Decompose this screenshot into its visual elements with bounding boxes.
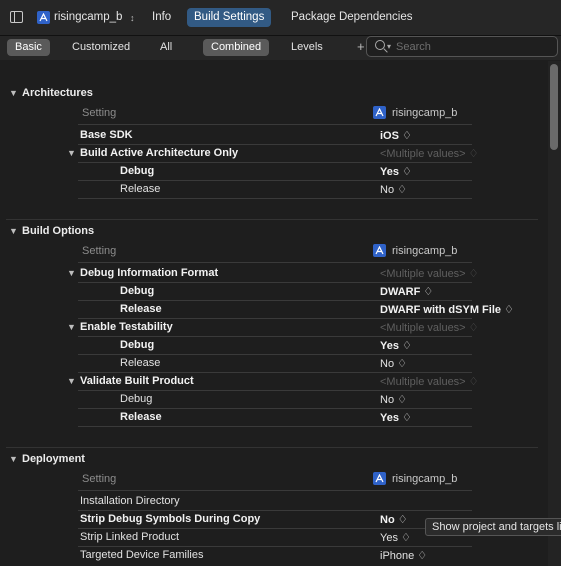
disclosure-down-icon[interactable]: ▼ [67,322,76,332]
config-row-value[interactable]: Yes ♢ [380,165,412,178]
scrollbar-thumb[interactable] [550,64,558,150]
target-icon [373,472,386,485]
setting-row-label[interactable]: Strip Debug Symbols During Copy [80,513,260,525]
disclosure-down-icon[interactable]: ▼ [67,376,76,386]
setting-row-label[interactable]: Enable Testability [80,321,173,333]
divider [78,490,472,491]
chevron-updown-icon[interactable]: ↕ [130,13,135,23]
divider [78,546,472,547]
column-header-target: risingcamp_b [392,107,458,119]
section-divider [6,447,538,448]
disclosure-down-icon[interactable]: ▼ [9,88,18,98]
divider [78,318,472,319]
setting-row-label[interactable]: Targeted Device Families [80,549,204,561]
filter-basic[interactable]: Basic [7,39,50,56]
divider [78,426,472,427]
section-title[interactable]: Build Options [22,225,94,237]
tab-build-settings[interactable]: Build Settings [187,8,272,27]
sidebar-toggle-icon[interactable] [10,11,23,23]
project-target-selector[interactable]: risingcamp_b [54,11,122,23]
setting-row-value[interactable]: iOS ♢ [380,129,412,142]
setting-row-label[interactable]: Strip Linked Product [80,531,179,543]
config-row-value[interactable]: No ♢ [380,183,407,196]
search-icon [375,40,385,50]
divider [78,262,472,263]
divider [78,390,472,391]
divider [78,124,472,125]
config-row-label[interactable]: Debug [120,339,154,351]
disclosure-down-icon[interactable]: ▼ [67,148,76,158]
search-field[interactable]: ▾ Search [366,36,558,57]
divider [78,354,472,355]
config-row-value[interactable]: Yes ♢ [380,339,412,352]
chevron-down-icon[interactable]: ▾ [387,42,391,51]
setting-row-value[interactable]: No ♢ [380,513,408,526]
config-row-label[interactable]: Debug [120,165,154,177]
divider [78,144,472,145]
setting-row-label[interactable]: Build Active Architecture Only [80,147,238,159]
section-title[interactable]: Deployment [22,453,85,465]
view-combined[interactable]: Combined [203,39,270,56]
column-header-setting: Setting [82,107,117,119]
tab-info[interactable]: Info [145,8,178,27]
tab-package-dependencies[interactable]: Package Dependencies [284,8,419,27]
divider [78,372,472,373]
section-title[interactable]: Architectures [22,87,93,99]
setting-row-label[interactable]: Base SDK [80,129,133,141]
config-row-label[interactable]: Release [120,357,160,369]
target-icon [373,244,386,257]
divider [78,300,472,301]
divider [78,528,472,529]
filter-all[interactable]: All [152,39,180,56]
disclosure-down-icon[interactable]: ▼ [67,268,76,278]
setting-row-value[interactable]: <Multiple values> ♢ [380,375,479,388]
setting-row-label[interactable]: Debug Information Format [80,267,218,279]
search-input[interactable]: Search [396,41,431,53]
column-header-setting: Setting [82,473,117,485]
config-row-label[interactable]: Debug [120,285,154,297]
setting-row-label[interactable]: Validate Built Product [80,375,194,387]
view-levels[interactable]: Levels [283,39,331,56]
divider [78,408,472,409]
divider [78,162,472,163]
divider [78,198,472,199]
divider [78,282,472,283]
column-header-target: risingcamp_b [392,245,458,257]
setting-row-value[interactable]: Yes ♢ [380,531,411,544]
add-setting-button[interactable]: + [357,39,365,54]
config-row-value[interactable]: No ♢ [380,357,407,370]
config-row-label[interactable]: Release [120,183,160,195]
tooltip: Show project and targets list [425,518,561,536]
setting-row-value[interactable]: <Multiple values> ♢ [380,147,479,160]
config-row-label[interactable]: Release [120,303,162,315]
target-icon [373,106,386,119]
config-row-value[interactable]: DWARF with dSYM File ♢ [380,303,514,316]
config-row-label[interactable]: Debug [120,393,152,405]
config-row-value[interactable]: Yes ♢ [380,411,412,424]
setting-row-value[interactable]: <Multiple values> ♢ [380,321,479,334]
column-header-target: risingcamp_b [392,473,458,485]
setting-row-value[interactable]: iPhone ♢ [380,549,427,562]
config-row-value[interactable]: No ♢ [380,393,407,406]
project-icon [37,11,50,24]
config-row-label[interactable]: Release [120,411,162,423]
column-header-setting: Setting [82,245,117,257]
setting-row-label[interactable]: Installation Directory [80,495,180,507]
disclosure-down-icon[interactable]: ▼ [9,454,18,464]
section-divider [6,219,538,220]
config-row-value[interactable]: DWARF ♢ [380,285,433,298]
divider [78,336,472,337]
divider [78,510,472,511]
filter-customized[interactable]: Customized [64,39,138,56]
disclosure-down-icon[interactable]: ▼ [9,226,18,236]
divider [78,180,472,181]
setting-row-value[interactable]: <Multiple values> ♢ [380,267,479,280]
